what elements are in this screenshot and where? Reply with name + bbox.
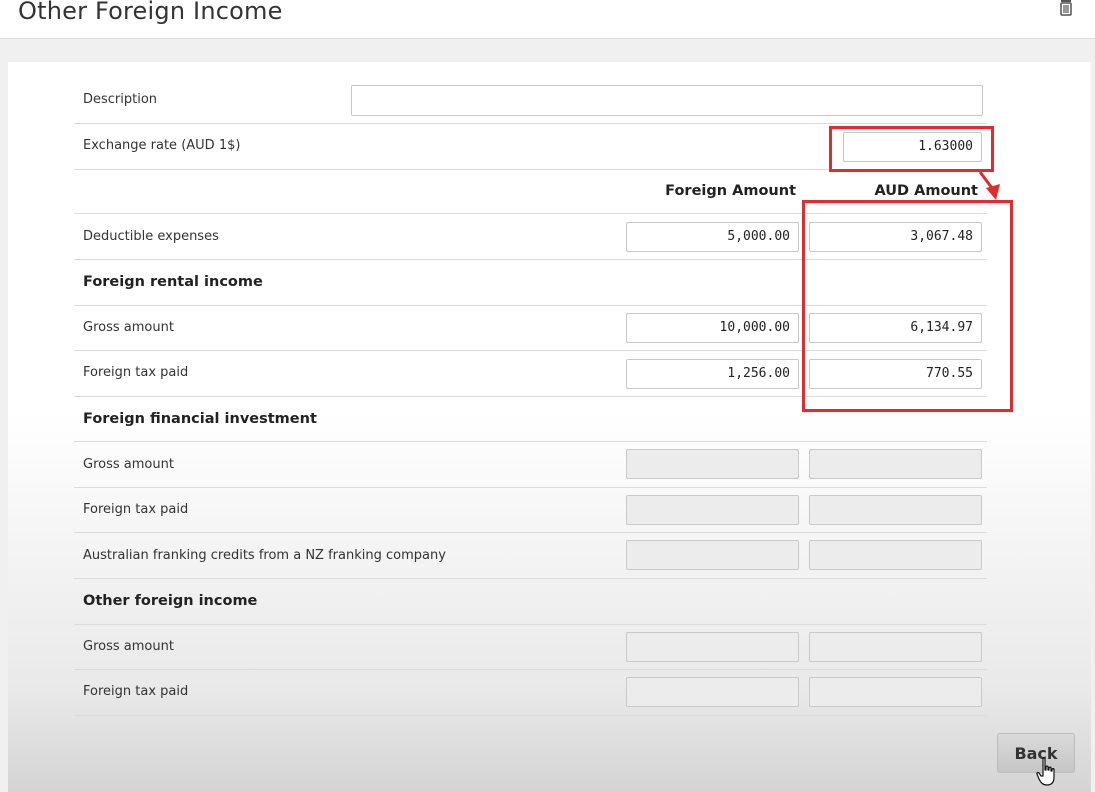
page-title: Other Foreign Income [18,0,283,25]
other-gross-foreign-field [626,632,799,662]
franking-aud-field [809,540,982,570]
financial-gross-aud-field [809,449,982,479]
financial-tax-aud-field [809,495,982,525]
financial-tax-label: Foreign tax paid [83,502,189,517]
rental-tax-label: Foreign tax paid [83,365,189,380]
trash-icon[interactable] [1058,0,1074,16]
rental-tax-foreign-field[interactable]: 1,256.00 [626,359,799,389]
financial-tax-foreign-field [626,495,799,525]
aud-column-highlight [802,200,1013,412]
other-section-heading: Other foreign income [83,593,258,609]
rental-gross-label: Gross amount [83,320,174,335]
franking-credits-label: Australian franking credits from a NZ fr… [83,548,446,563]
aud-amount-header: AUD Amount [874,183,978,199]
foreign-amount-header: Foreign Amount [665,183,796,199]
franking-foreign-field [626,540,799,570]
financial-section-heading: Foreign financial investment [83,411,317,427]
deductible-expenses-label: Deductible expenses [83,229,219,244]
other-tax-label: Foreign tax paid [83,684,189,699]
exchange-rate-label: Exchange rate (AUD 1$) [83,138,241,153]
other-gross-aud-field [809,632,982,662]
header-bar: Other Foreign Income [0,0,1095,39]
other-section-row: Other foreign income [74,579,987,625]
rental-section-heading: Foreign rental income [83,274,263,290]
other-tax-aud-field [809,677,982,707]
other-tax-foreign-field [626,677,799,707]
rental-gross-foreign-field[interactable]: 10,000.00 [626,313,799,343]
other-gross-label: Gross amount [83,639,174,654]
description-input[interactable] [351,85,983,116]
deductible-foreign-field[interactable]: 5,000.00 [626,222,799,252]
financial-gross-label: Gross amount [83,457,174,472]
annotation-arrow-icon [978,171,1000,200]
financial-gross-foreign-field [626,449,799,479]
description-label: Description [83,92,158,107]
hand-pointer-icon [1036,757,1055,786]
